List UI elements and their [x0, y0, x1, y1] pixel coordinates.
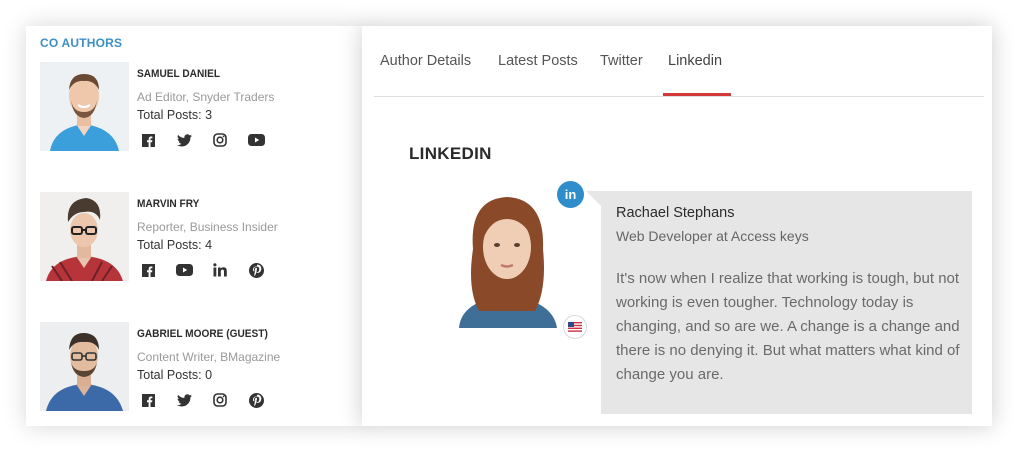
pinterest-icon[interactable]	[245, 262, 267, 278]
tab-twitter[interactable]: Twitter	[600, 53, 643, 69]
twitter-icon[interactable]	[173, 392, 195, 408]
youtube-icon[interactable]	[245, 132, 267, 148]
linkedin-role: Web Developer at Access keys	[616, 228, 809, 244]
author-social-links	[137, 392, 267, 408]
youtube-icon[interactable]	[173, 262, 195, 278]
author-card: SAMUEL DANIEL Ad Editor, Snyder Traders …	[40, 62, 360, 152]
facebook-icon[interactable]	[137, 132, 159, 148]
author-name[interactable]: SAMUEL DANIEL	[137, 68, 220, 80]
facebook-icon[interactable]	[137, 262, 159, 278]
bio-box-notch	[586, 191, 602, 207]
instagram-icon[interactable]	[209, 392, 231, 408]
active-tab-indicator	[663, 93, 731, 96]
author-social-links	[137, 132, 267, 148]
author-avatar[interactable]	[40, 192, 129, 281]
author-tabs-panel: Author Details Latest Posts Twitter Link…	[362, 26, 992, 426]
linkedin-icon[interactable]	[209, 262, 231, 278]
author-role: Reporter, Business Insider	[137, 220, 278, 234]
linkedin-profile-photo[interactable]	[439, 189, 576, 328]
linkedin-bio: It's now when I realize that working is …	[616, 270, 960, 383]
author-total-posts: Total Posts: 4	[137, 238, 213, 252]
instagram-icon[interactable]	[209, 132, 231, 148]
author-avatar[interactable]	[40, 62, 129, 151]
facebook-icon[interactable]	[137, 392, 159, 408]
linkedin-name: Rachael Stephans	[616, 205, 735, 221]
author-role: Ad Editor, Snyder Traders	[137, 90, 275, 104]
author-total-posts: Total Posts: 0	[137, 368, 213, 382]
tab-latest-posts[interactable]: Latest Posts	[498, 53, 578, 69]
tab-bar: Author Details Latest Posts Twitter Link…	[374, 26, 984, 97]
twitter-icon[interactable]	[173, 132, 195, 148]
author-avatar[interactable]	[40, 322, 129, 411]
author-total-posts: Total Posts: 3	[137, 108, 213, 122]
author-social-links	[137, 262, 267, 278]
pinterest-icon[interactable]	[245, 392, 267, 408]
linkedin-bio-box: Rachael Stephans Web Developer at Access…	[601, 191, 972, 414]
tab-author-details[interactable]: Author Details	[380, 53, 471, 69]
author-name[interactable]: MARVIN FRY	[137, 198, 199, 210]
co-authors-title: CO AUTHORS	[40, 36, 123, 50]
author-card: GABRIEL MOORE (GUEST) Content Writer, BM…	[40, 322, 360, 412]
us-flag-icon	[563, 315, 587, 339]
author-card: MARVIN FRY Reporter, Business Insider To…	[40, 192, 360, 282]
author-name[interactable]: GABRIEL MOORE (GUEST)	[137, 328, 268, 340]
linkedin-icon[interactable]: in	[557, 181, 584, 208]
tab-linkedin[interactable]: Linkedin	[668, 53, 722, 69]
co-authors-panel: CO AUTHORS SAMUEL DANIEL Ad Editor, Snyd…	[26, 26, 366, 426]
section-title: LINKEDIN	[409, 144, 492, 163]
author-role: Content Writer, BMagazine	[137, 350, 281, 364]
